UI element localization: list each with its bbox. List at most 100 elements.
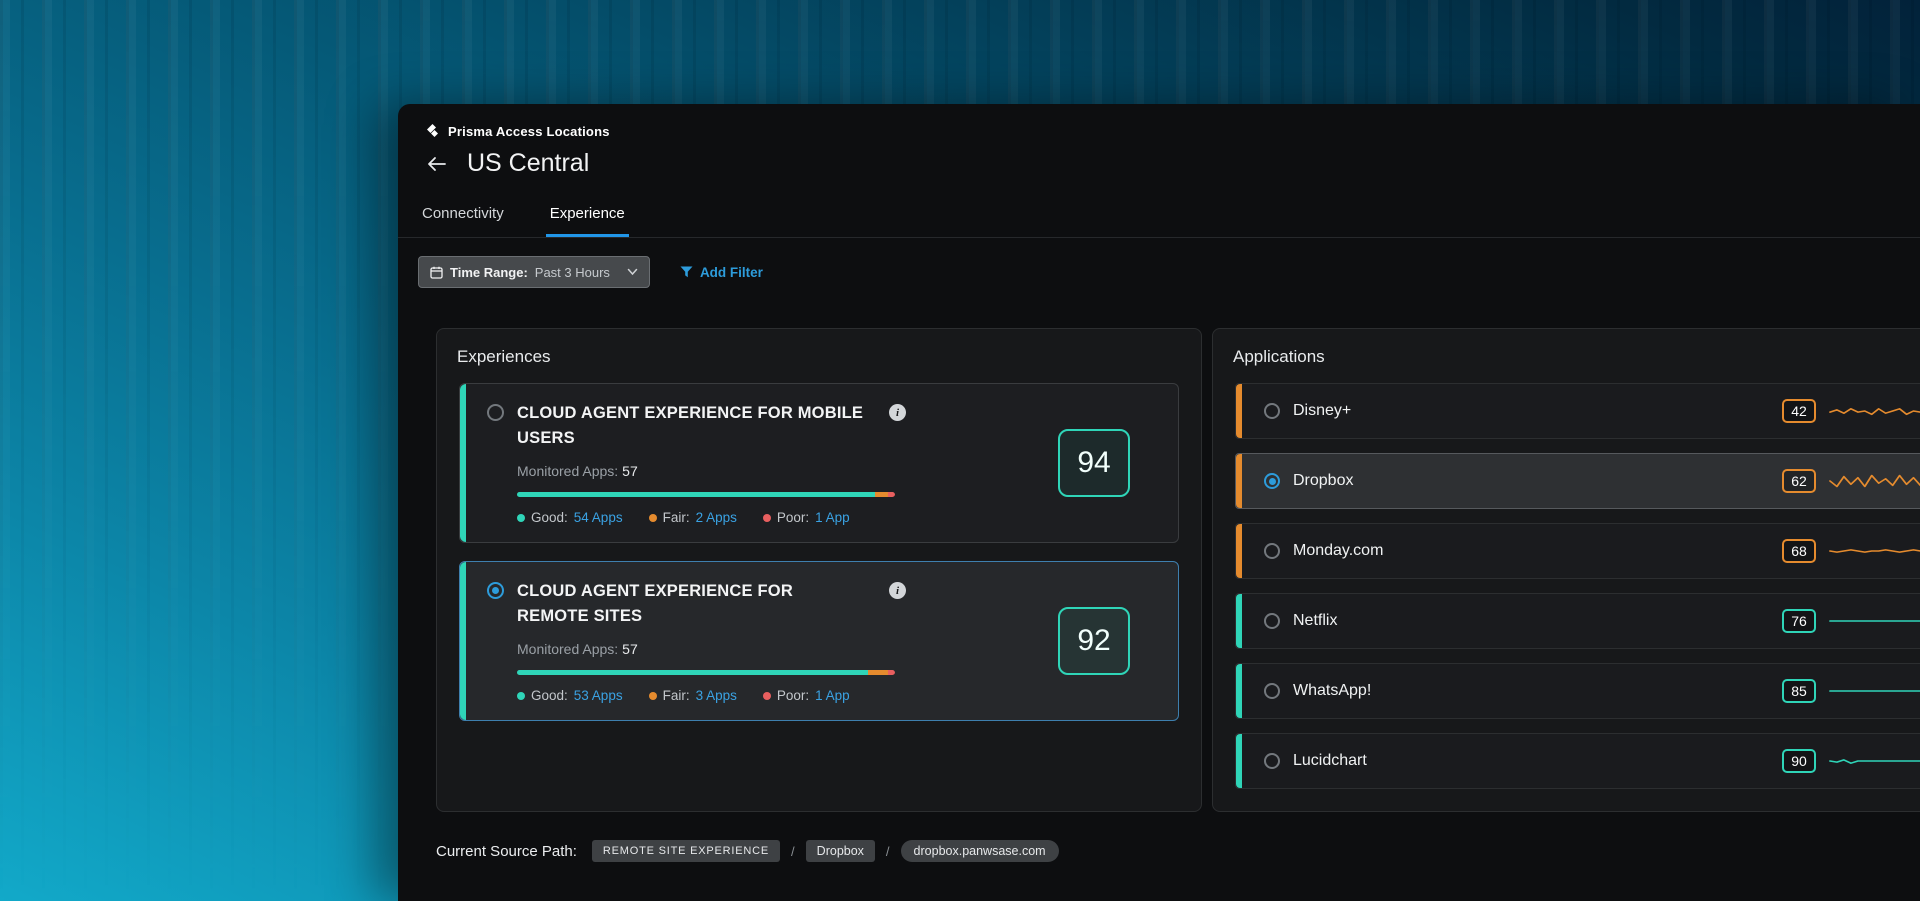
fair-segment [868, 670, 888, 675]
experience-score: 92 [1058, 607, 1130, 675]
radio-button[interactable] [1264, 613, 1280, 629]
tab-experience[interactable]: Experience [546, 194, 629, 237]
monitored-apps-value: 57 [622, 463, 638, 479]
poor-apps-link[interactable]: 1 App [815, 510, 850, 525]
source-path-label: Current Source Path: [436, 843, 577, 860]
apps-health-bar [517, 492, 895, 497]
time-range-label: Time Range: [450, 265, 528, 280]
radio-button[interactable] [1264, 473, 1280, 489]
filter-bar: Time Range: Past 3 Hours Add Filter [398, 256, 1920, 288]
monitored-apps-value: 57 [622, 641, 638, 657]
application-name: Monday.com [1293, 542, 1383, 560]
monitored-apps: Monitored Apps:57 [517, 641, 1058, 657]
status-accent-bar [460, 384, 466, 542]
monitored-apps-label: Monitored Apps: [517, 463, 618, 479]
info-icon[interactable]: i [889, 582, 906, 599]
radio-button[interactable] [1264, 753, 1280, 769]
main-panel: Prisma Access Locations US Central Conne… [398, 104, 1920, 901]
applications-list: Disney+ 42 Dropbox 62 Monday.com [1235, 383, 1920, 789]
experiences-card-title: Experiences [437, 329, 1201, 383]
good-apps-link[interactable]: 53 Apps [574, 688, 623, 703]
fair-dot-icon [649, 692, 657, 700]
good-segment [517, 492, 875, 497]
fair-label: Fair: [663, 688, 690, 703]
fair-apps-link[interactable]: 2 Apps [696, 510, 737, 525]
score-badge: 76 [1782, 609, 1816, 633]
radio-button[interactable] [1264, 403, 1280, 419]
radio-button[interactable] [1264, 683, 1280, 699]
application-row-netflix[interactable]: Netflix 76 [1235, 593, 1920, 649]
monitored-apps-label: Monitored Apps: [517, 641, 618, 657]
legend-poor: Poor: 1 App [763, 688, 850, 703]
application-row-monday[interactable]: Monday.com 68 [1235, 523, 1920, 579]
source-path-segment-app: Dropbox [806, 840, 875, 862]
application-row-dropbox[interactable]: Dropbox 62 [1235, 453, 1920, 509]
status-accent-bar [1236, 734, 1242, 788]
application-name: Dropbox [1293, 472, 1353, 490]
score-badge: 90 [1782, 749, 1816, 773]
monitored-apps: Monitored Apps:57 [517, 463, 1058, 479]
legend-good: Good:53 Apps [517, 688, 623, 703]
status-accent-bar [1236, 524, 1242, 578]
info-icon[interactable]: i [889, 404, 906, 421]
time-range-value: Past 3 Hours [535, 265, 610, 280]
fair-label: Fair: [663, 510, 690, 525]
calendar-icon [430, 266, 443, 279]
path-separator: / [791, 844, 795, 859]
poor-label: Poor: [777, 688, 809, 703]
poor-segment [888, 492, 895, 497]
sparkline-chart [1830, 680, 1920, 702]
experience-item-mobile-users[interactable]: CLOUD AGENT EXPERIENCE FOR MOBILE USERS … [459, 383, 1179, 543]
arrow-left-icon [427, 156, 447, 172]
sparkline-chart [1830, 470, 1920, 492]
experience-title: CLOUD AGENT EXPERIENCE FOR REMOTE SITES [517, 579, 869, 629]
fair-apps-link[interactable]: 3 Apps [696, 688, 737, 703]
application-row-disney[interactable]: Disney+ 42 [1235, 383, 1920, 439]
source-path-segment-domain: dropbox.panwsase.com [901, 840, 1059, 862]
apps-health-legend: Good:53 Apps Fair: 3 Apps Poor: 1 App [517, 688, 1058, 703]
page-title: US Central [467, 149, 589, 178]
poor-segment [888, 670, 895, 675]
experience-details: CLOUD AGENT EXPERIENCE FOR MOBILE USERS … [487, 401, 1058, 525]
poor-label: Poor: [777, 510, 809, 525]
page-title-row: US Central [425, 149, 1920, 178]
application-name: Disney+ [1293, 402, 1351, 420]
radio-button[interactable] [487, 404, 504, 421]
tab-connectivity[interactable]: Connectivity [418, 194, 508, 237]
poor-apps-link[interactable]: 1 App [815, 688, 850, 703]
experience-score: 94 [1058, 429, 1130, 497]
sparkline-chart [1830, 610, 1920, 632]
score-badge: 85 [1782, 679, 1816, 703]
application-row-whatsapp[interactable]: WhatsApp! 85 [1235, 663, 1920, 719]
app-title: Prisma Access Locations [448, 124, 610, 139]
time-range-filter-button[interactable]: Time Range: Past 3 Hours [418, 256, 650, 288]
legend-fair: Fair: 2 Apps [649, 510, 737, 525]
poor-dot-icon [763, 514, 771, 522]
legend-poor: Poor: 1 App [763, 510, 850, 525]
applications-card-title: Applications [1213, 329, 1920, 383]
status-accent-bar [1236, 664, 1242, 718]
add-filter-button[interactable]: Add Filter [680, 265, 763, 280]
applications-card: Applications Disney+ 42 Dropbox 62 [1212, 328, 1920, 812]
back-button[interactable] [425, 154, 449, 174]
good-apps-link[interactable]: 54 Apps [574, 510, 623, 525]
application-name: Netflix [1293, 612, 1337, 630]
experiences-card: Experiences CLOUD AGENT EXPERIENCE FOR M… [436, 328, 1202, 812]
application-row-lucidchart[interactable]: Lucidchart 90 [1235, 733, 1920, 789]
radio-button[interactable] [487, 582, 504, 599]
status-accent-bar [460, 562, 466, 720]
fair-segment [875, 492, 888, 497]
radio-button[interactable] [1264, 543, 1280, 559]
legend-fair: Fair: 3 Apps [649, 688, 737, 703]
sparkline-chart [1830, 750, 1920, 772]
palo-alto-logo-icon [425, 124, 440, 139]
experience-title: CLOUD AGENT EXPERIENCE FOR MOBILE USERS [517, 401, 869, 451]
score-badge: 62 [1782, 469, 1816, 493]
legend-good: Good:54 Apps [517, 510, 623, 525]
app-title-row: Prisma Access Locations [425, 124, 1920, 139]
content-area: Experiences CLOUD AGENT EXPERIENCE FOR M… [436, 328, 1920, 812]
experience-item-remote-sites[interactable]: CLOUD AGENT EXPERIENCE FOR REMOTE SITES … [459, 561, 1179, 721]
apps-health-bar [517, 670, 895, 675]
sparkline-chart [1830, 400, 1920, 422]
status-accent-bar [1236, 384, 1242, 438]
